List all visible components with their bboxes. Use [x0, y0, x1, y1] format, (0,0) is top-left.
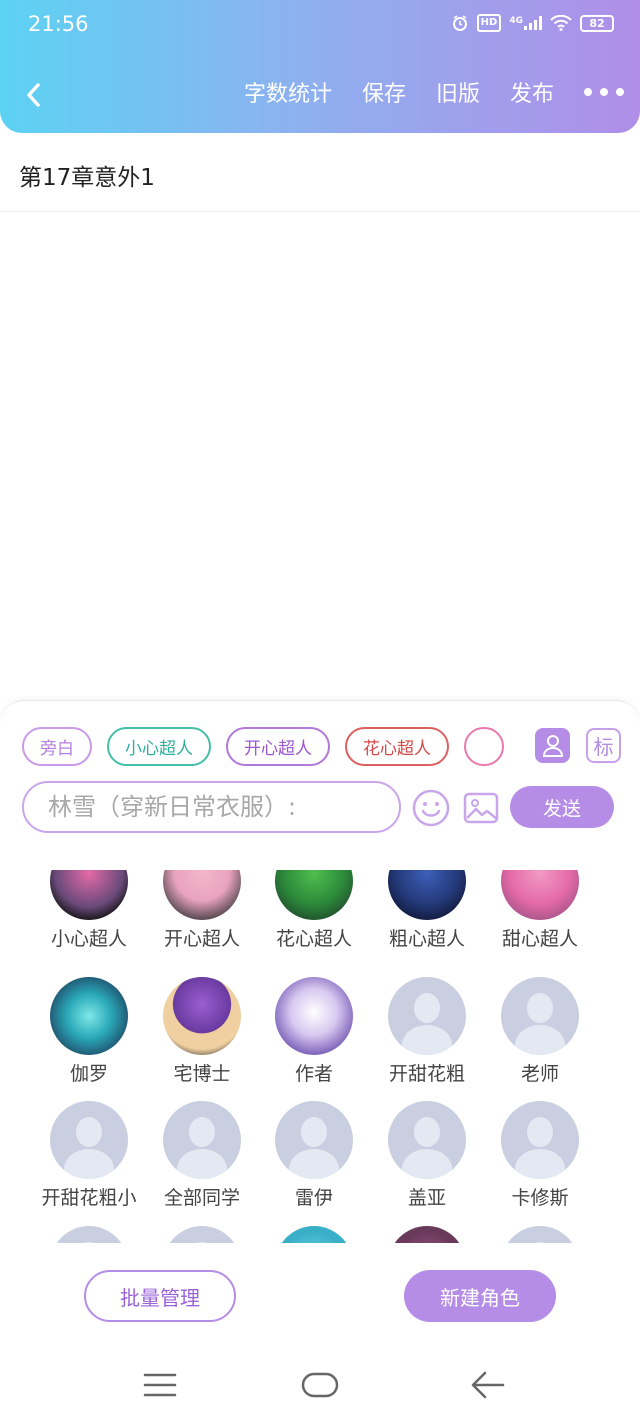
default-avatar-icon — [501, 977, 579, 1055]
chip-huaxin[interactable]: 花心超人 — [345, 727, 449, 766]
default-avatar-icon — [501, 1226, 579, 1243]
character-item[interactable]: 开心超人 — [146, 870, 258, 951]
new-character-button[interactable]: 新建角色 — [404, 1270, 556, 1322]
avatar — [275, 1226, 353, 1243]
speaker-chip-row[interactable]: 旁白 小心超人 开心超人 花心超人 — [22, 727, 518, 767]
word-count-button[interactable]: 字数统计 — [244, 76, 332, 108]
character-name: 雷伊 — [294, 1187, 333, 1209]
character-item[interactable] — [371, 1226, 483, 1243]
character-item[interactable]: 作者 — [258, 977, 370, 1086]
image-button[interactable] — [463, 790, 499, 826]
character-name: 伽罗 — [69, 1063, 108, 1085]
character-item[interactable]: 开甜花粗 — [371, 977, 483, 1086]
wifi-icon — [550, 15, 572, 31]
character-item[interactable]: 老师 — [484, 977, 596, 1086]
old-version-button[interactable]: 旧版 — [436, 76, 480, 108]
avatar — [388, 870, 466, 920]
back-arrow-icon[interactable] — [470, 1370, 506, 1400]
menu-icon[interactable] — [143, 1372, 177, 1398]
tag-button[interactable]: 标 — [586, 728, 621, 763]
avatar — [163, 977, 241, 1055]
character-item[interactable]: 粗心超人 — [371, 870, 483, 951]
avatar — [275, 977, 353, 1055]
image-icon — [463, 792, 499, 824]
character-item[interactable]: 伽罗 — [33, 977, 145, 1086]
character-name: 开甜花粗小 — [41, 1187, 137, 1209]
home-icon[interactable] — [301, 1372, 339, 1398]
chip-xiaoxin[interactable]: 小心超人 — [107, 727, 211, 766]
character-item[interactable]: 甜心超人 — [484, 870, 596, 951]
character-name: 作者 — [294, 1063, 333, 1085]
batch-manage-button[interactable]: 批量管理 — [84, 1270, 236, 1322]
avatar — [50, 977, 128, 1055]
default-avatar-icon — [275, 1101, 353, 1179]
save-button[interactable]: 保存 — [362, 76, 406, 108]
chevron-left-icon — [27, 83, 40, 107]
back-button[interactable] — [18, 78, 48, 112]
character-name: 粗心超人 — [388, 928, 465, 950]
avatar — [163, 870, 241, 920]
network-label: 4G — [509, 16, 523, 26]
person-icon — [542, 734, 563, 757]
hd-icon: HD — [476, 14, 502, 32]
character-name: 甜心超人 — [501, 928, 578, 950]
character-item[interactable]: 卡修斯 — [484, 1101, 596, 1210]
avatar — [275, 870, 353, 920]
character-item[interactable]: 宅博士 — [146, 977, 258, 1086]
chapter-title[interactable]: 第17章意外1 — [19, 158, 155, 192]
character-item[interactable]: 盖亚 — [371, 1101, 483, 1210]
avatar — [388, 1226, 466, 1243]
chip-narrator[interactable]: 旁白 — [22, 727, 92, 766]
default-avatar-icon — [163, 1101, 241, 1179]
send-button[interactable]: 发送 — [510, 786, 614, 828]
character-name: 全部同学 — [163, 1187, 240, 1209]
default-avatar-icon — [388, 977, 466, 1055]
chip-kaixin[interactable]: 开心超人 — [226, 727, 330, 766]
character-name: 宅博士 — [173, 1063, 231, 1085]
character-item[interactable]: 小心超人 — [33, 870, 145, 951]
character-name: 小心超人 — [50, 928, 127, 950]
character-name: 老师 — [520, 1063, 559, 1085]
character-name: 开甜花粗 — [388, 1063, 465, 1085]
app-header: 21:56 HD 4G 82 字数统计 保存 旧版 发布 — [0, 0, 640, 133]
character-name: 盖亚 — [407, 1187, 446, 1209]
alarm-icon — [451, 14, 469, 32]
avatar — [501, 870, 579, 920]
default-avatar-icon — [50, 1101, 128, 1179]
character-item[interactable] — [484, 1226, 596, 1243]
header-actions: 字数统计 保存 旧版 发布 — [214, 76, 624, 108]
character-item[interactable] — [258, 1226, 370, 1243]
default-avatar-icon — [50, 1226, 128, 1243]
message-input[interactable] — [22, 781, 401, 833]
publish-button[interactable]: 发布 — [510, 76, 554, 108]
character-name: 卡修斯 — [511, 1187, 569, 1209]
status-time: 21:56 — [28, 12, 89, 36]
smiley-icon — [412, 789, 450, 827]
character-grid[interactable]: 小心超人 开心超人 花心超人 粗心超人 甜心超人 伽罗 宅博士 作者 开甜花粗 … — [0, 870, 640, 1243]
character-item[interactable]: 全部同学 — [146, 1101, 258, 1210]
signal-icon: 4G — [509, 16, 542, 30]
status-icons: HD 4G 82 — [451, 14, 614, 32]
default-avatar-icon — [163, 1226, 241, 1243]
character-item[interactable]: 雷伊 — [258, 1101, 370, 1210]
default-avatar-icon — [388, 1101, 466, 1179]
character-item[interactable] — [146, 1226, 258, 1243]
default-avatar-icon — [501, 1101, 579, 1179]
role-picker-button[interactable] — [535, 728, 570, 763]
character-name: 开心超人 — [163, 928, 240, 950]
character-item[interactable] — [33, 1226, 145, 1243]
emoji-button[interactable] — [412, 789, 450, 827]
character-item[interactable]: 开甜花粗小 — [33, 1101, 145, 1210]
avatar — [50, 870, 128, 920]
character-name: 花心超人 — [275, 928, 352, 950]
more-dots-icon[interactable] — [584, 84, 624, 100]
character-item[interactable]: 花心超人 — [258, 870, 370, 951]
chip-partial[interactable] — [464, 727, 504, 766]
divider — [0, 211, 640, 212]
battery-icon: 82 — [580, 14, 614, 32]
